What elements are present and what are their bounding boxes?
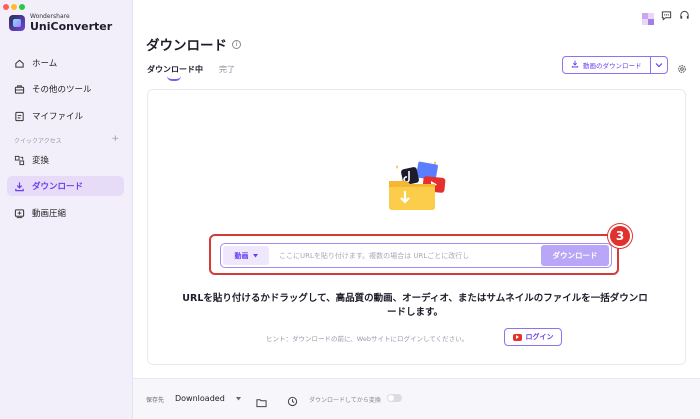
url-input[interactable] [269, 251, 541, 260]
download-description: URLを貼り付けるかドラッグして、高品質の動画、オーディオ、またはサムネイルのフ… [182, 293, 648, 318]
convert-after-download-toggle[interactable] [387, 394, 402, 402]
media-type-select[interactable]: 動画 [223, 246, 269, 265]
page-title: ダウンロード i [146, 34, 241, 54]
file-icon [14, 111, 25, 122]
tab-finished[interactable]: 完了 [219, 64, 235, 75]
sidebar-item-my-files[interactable]: マイファイル [7, 106, 124, 126]
sidebar-item-label: ホーム [32, 59, 58, 69]
home-icon [14, 58, 25, 69]
download-panel [147, 89, 686, 365]
folder-illustration-icon [385, 157, 447, 215]
app-brand: Wondershare UniConverter [9, 14, 112, 32]
youtube-icon [512, 333, 522, 341]
close-window-button[interactable] [3, 4, 9, 10]
info-icon[interactable]: i [232, 39, 241, 49]
convert-after-download-label: ダウンロードしてから変換 [309, 397, 381, 404]
sidebar-item-other-tools[interactable]: その他のツール [7, 79, 124, 99]
sidebar-item-home[interactable]: ホーム [7, 53, 124, 73]
sidebar-item-download[interactable]: ダウンロード [7, 176, 124, 196]
download-video-dropdown: 動画のダウンロード [562, 56, 668, 74]
convert-icon [14, 155, 25, 166]
compress-icon [14, 208, 25, 219]
add-quick-access-button[interactable]: + [111, 135, 119, 145]
save-location-select[interactable]: Downloaded [170, 388, 246, 408]
tab-downloading[interactable]: ダウンロード中 [147, 64, 203, 81]
download-button[interactable]: ダウンロード [541, 245, 609, 266]
brand-name: UniConverter [30, 20, 113, 33]
download-video-button[interactable]: 動画のダウンロード [563, 57, 651, 73]
avatar[interactable] [642, 10, 654, 25]
window-controls [3, 4, 25, 10]
sidebar-item-convert[interactable]: 変換 [7, 150, 124, 170]
url-bar: 動画 ダウンロード [220, 243, 612, 268]
chevron-down-icon[interactable] [651, 62, 667, 68]
toolbox-icon [14, 84, 25, 95]
login-button[interactable]: ログイン [504, 328, 562, 346]
media-type-value: 動画 [234, 251, 249, 260]
sidebar-item-video-compress[interactable]: 動画圧縮 [7, 203, 124, 223]
minimize-window-button[interactable] [11, 4, 17, 10]
app-logo-icon [9, 15, 25, 31]
maximize-window-button[interactable] [19, 4, 25, 10]
caret-down-icon [236, 394, 241, 403]
login-hint: ヒント：ダウンロードの前に、Webサイトにログインしてください。 [266, 335, 469, 343]
login-label: ログイン [525, 333, 554, 341]
sidebar: Wondershare UniConverter ホーム その他のツール マイフ… [0, 0, 133, 419]
folder-icon[interactable] [256, 393, 267, 412]
clock-icon[interactable] [287, 392, 298, 411]
sidebar-item-label: その他のツール [32, 85, 92, 95]
gear-icon[interactable] [677, 59, 687, 73]
save-location-label: 保存先 [146, 397, 165, 404]
headset-icon[interactable] [679, 6, 690, 25]
download-icon [571, 60, 579, 70]
step-badge: 3 [608, 224, 632, 248]
save-location-value: Downloaded [175, 393, 225, 403]
sidebar-item-label: ダウンロード [32, 182, 84, 192]
sidebar-item-label: 変換 [32, 156, 50, 166]
section-label: クイックアクセス [14, 138, 62, 145]
download-video-label: 動画のダウンロード [583, 62, 642, 70]
quick-access-section: クイックアクセス + [14, 135, 119, 146]
top-toolbar [642, 6, 690, 25]
sidebar-item-label: 動画圧縮 [32, 209, 67, 219]
sidebar-item-label: マイファイル [32, 112, 84, 122]
caret-down-icon [252, 252, 258, 260]
message-icon[interactable] [661, 6, 672, 25]
download-icon [14, 181, 25, 192]
page-title-text: ダウンロード [146, 38, 227, 54]
